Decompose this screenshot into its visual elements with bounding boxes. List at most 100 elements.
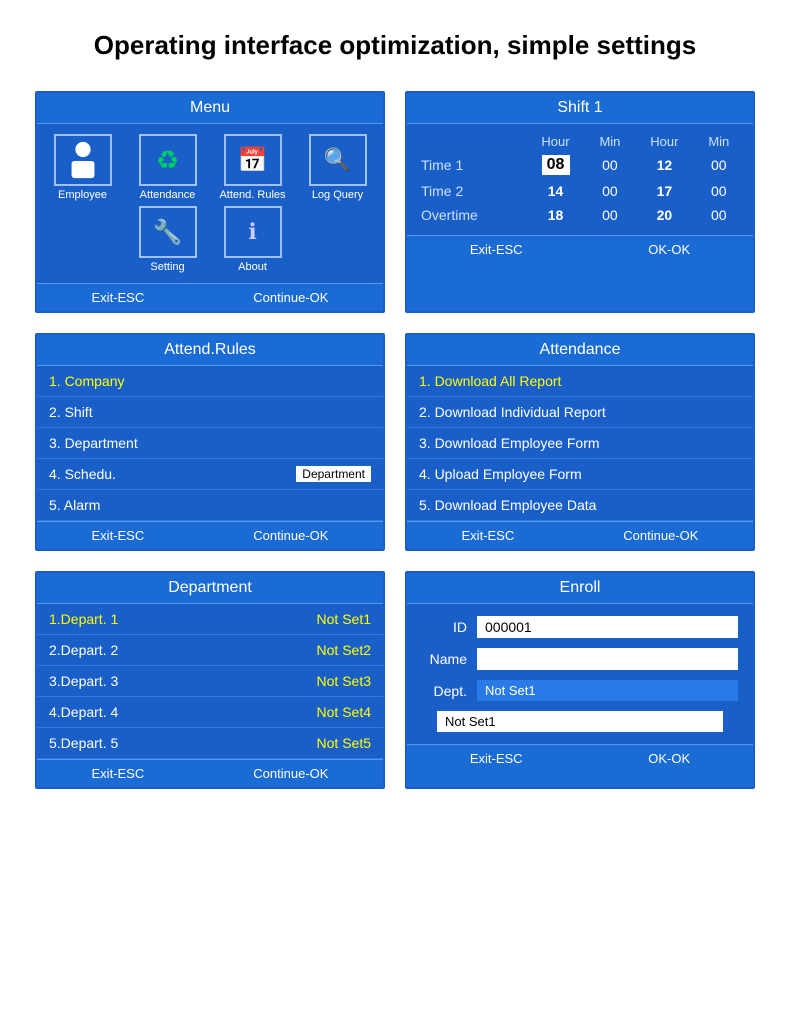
attend-item-2: 2. Shift [49, 404, 93, 420]
menu-continue[interactable]: Continue-OK [253, 290, 328, 305]
dept-item-1-value: Not Set1 [317, 611, 371, 627]
attendance-label: Attendance [140, 189, 196, 201]
menu-header: Menu [37, 93, 383, 124]
list-item[interactable]: 1.Depart. 1 Not Set1 [37, 604, 383, 635]
dept-tag: Department [296, 466, 371, 482]
menu-item-setting[interactable]: 🔧 Setting [128, 206, 208, 273]
list-item[interactable]: 3. Department [37, 428, 383, 459]
table-row: Overtime 18 00 20 00 [417, 203, 743, 227]
time2-h2: 17 [634, 179, 694, 203]
attend-item-4: 4. Schedu. [49, 466, 116, 482]
dept-item-1-label: 1.Depart. 1 [49, 611, 118, 627]
overtime-m1: 00 [586, 203, 634, 227]
time2-m2: 00 [695, 179, 743, 203]
enroll-exit[interactable]: Exit-ESC [470, 751, 523, 766]
time2-m1: 00 [586, 179, 634, 203]
list-item[interactable]: 4. Upload Employee Form [407, 459, 753, 490]
attendance-exit[interactable]: Exit-ESC [462, 528, 515, 543]
enroll-dept-select[interactable]: Not Set1 [477, 680, 738, 701]
department-panel: Department 1.Depart. 1 Not Set1 2.Depart… [35, 571, 385, 789]
enroll-dropdown[interactable]: Not Set1 [437, 711, 723, 732]
shift-exit[interactable]: Exit-ESC [470, 242, 523, 257]
attendance-continue[interactable]: Continue-OK [623, 528, 698, 543]
enroll-name-row: Name [422, 648, 738, 670]
list-item[interactable]: 2. Download Individual Report [407, 397, 753, 428]
attend-rules-continue[interactable]: Continue-OK [253, 528, 328, 543]
employee-icon-box [54, 134, 112, 186]
setting-icon-box: 🔧 [139, 206, 197, 258]
time1-h2: 12 [634, 151, 694, 179]
attendance-footer: Exit-ESC Continue-OK [407, 521, 753, 549]
about-label: About [238, 261, 267, 273]
attend-item-3: 3. Department [49, 435, 138, 451]
enroll-dept-row: Dept. Not Set1 [422, 680, 738, 701]
enroll-name-label: Name [422, 651, 467, 667]
enroll-id-label: ID [422, 619, 467, 635]
list-item[interactable]: 3.Depart. 3 Not Set3 [37, 666, 383, 697]
shift-panel: Shift 1 Hour Min Hour Min Time 1 08 [405, 91, 755, 313]
enroll-id-row: ID 000001 [422, 616, 738, 638]
list-item[interactable]: 2.Depart. 2 Not Set2 [37, 635, 383, 666]
menu-item-attendance[interactable]: ♻ Attendance [128, 134, 208, 201]
menu-item-employee[interactable]: Employee [43, 134, 123, 201]
dept-item-4-value: Not Set4 [317, 704, 371, 720]
menu-item-log-query[interactable]: 🔍 Log Query [298, 134, 378, 201]
department-list: 1.Depart. 1 Not Set1 2.Depart. 2 Not Set… [37, 604, 383, 759]
enroll-form: ID 000001 Name Dept. Not Set1 Not Set1 [407, 604, 753, 744]
enroll-name-input[interactable] [477, 648, 738, 670]
attend-rules-list: 1. Company 2. Shift 3. Department 4. Sch… [37, 366, 383, 521]
attend-item-5: 5. Alarm [49, 497, 100, 513]
time1-m2: 00 [695, 151, 743, 179]
attend-rules-panel: Attend.Rules 1. Company 2. Shift 3. Depa… [35, 333, 385, 551]
list-item[interactable]: 5.Depart. 5 Not Set5 [37, 728, 383, 759]
menu-item-attend-rules[interactable]: 📅 Attend. Rules [213, 134, 293, 201]
department-exit[interactable]: Exit-ESC [92, 766, 145, 781]
list-item[interactable]: 3. Download Employee Form [407, 428, 753, 459]
list-item[interactable]: 2. Shift [37, 397, 383, 428]
list-item[interactable]: 4. Schedu. Department [37, 459, 383, 490]
enroll-id-input[interactable]: 000001 [477, 616, 738, 638]
attendance-header: Attendance [407, 335, 753, 366]
table-row: Time 2 14 00 17 00 [417, 179, 743, 203]
shift-header: Shift 1 [407, 93, 753, 124]
enroll-ok[interactable]: OK-OK [648, 751, 690, 766]
col-hour2: Hour [634, 132, 694, 151]
shift-ok[interactable]: OK-OK [648, 242, 690, 257]
enroll-dept-label: Dept. [422, 683, 467, 699]
dept-item-3-value: Not Set3 [317, 673, 371, 689]
attend-rules-exit[interactable]: Exit-ESC [92, 528, 145, 543]
col-min2: Min [695, 132, 743, 151]
enroll-panel: Enroll ID 000001 Name Dept. Not Set1 Not… [405, 571, 755, 789]
list-item[interactable]: 5. Download Employee Data [407, 490, 753, 521]
attendance-panel: Attendance 1. Download All Report 2. Dow… [405, 333, 755, 551]
setting-icon: 🔧 [153, 218, 183, 247]
panels-grid: Menu Employee ♻ Attendance [35, 91, 755, 789]
overtime-m2: 00 [695, 203, 743, 227]
list-item[interactable]: 1. Download All Report [407, 366, 753, 397]
dept-item-2-value: Not Set2 [317, 642, 371, 658]
menu-icons-grid: Employee ♻ Attendance 📅 Attend. Rules 🔍 [37, 124, 383, 283]
page-title: Operating interface optimization, simple… [20, 30, 770, 61]
log-query-icon-box: 🔍 [309, 134, 367, 186]
menu-footer: Exit-ESC Continue-OK [37, 283, 383, 311]
attend-rules-header: Attend.Rules [37, 335, 383, 366]
employee-label: Employee [58, 189, 107, 201]
department-footer: Exit-ESC Continue-OK [37, 759, 383, 787]
attendance-icon-box: ♻ [139, 134, 197, 186]
dept-item-5-label: 5.Depart. 5 [49, 735, 118, 751]
dept-item-3-label: 3.Depart. 3 [49, 673, 118, 689]
department-header: Department [37, 573, 383, 604]
list-item[interactable]: 1. Company [37, 366, 383, 397]
dept-item-2-label: 2.Depart. 2 [49, 642, 118, 658]
list-item[interactable]: 5. Alarm [37, 490, 383, 521]
setting-label: Setting [150, 261, 184, 273]
menu-item-about[interactable]: ℹ About [213, 206, 293, 273]
menu-exit[interactable]: Exit-ESC [92, 290, 145, 305]
attend-item-1: 1. Company [49, 373, 124, 389]
attend-rules-icon-box: 📅 [224, 134, 282, 186]
list-item[interactable]: 4.Depart. 4 Not Set4 [37, 697, 383, 728]
log-query-icon: 🔍 [324, 147, 351, 173]
overtime-h2: 20 [634, 203, 694, 227]
overtime-label: Overtime [417, 203, 525, 227]
department-continue[interactable]: Continue-OK [253, 766, 328, 781]
